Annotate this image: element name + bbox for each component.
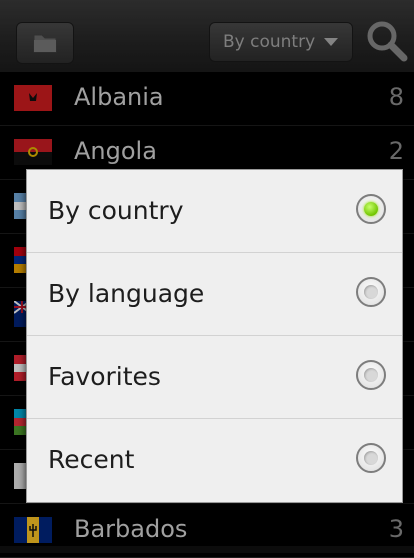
option-label: By country [48, 196, 184, 225]
option-by-country[interactable]: By country [27, 170, 402, 253]
radio-unselected-icon[interactable] [356, 443, 386, 473]
option-favorites[interactable]: Favorites [27, 336, 402, 419]
option-label: Favorites [48, 362, 161, 391]
radio-unselected-icon[interactable] [356, 360, 386, 390]
radio-unselected-icon[interactable] [356, 277, 386, 307]
option-label: By language [48, 279, 205, 308]
option-by-language[interactable]: By language [27, 253, 402, 336]
option-recent[interactable]: Recent [27, 419, 402, 502]
sort-options-dialog: By country By language Favorites Recent [26, 169, 403, 503]
radio-selected-icon[interactable] [356, 194, 386, 224]
option-label: Recent [48, 445, 135, 474]
